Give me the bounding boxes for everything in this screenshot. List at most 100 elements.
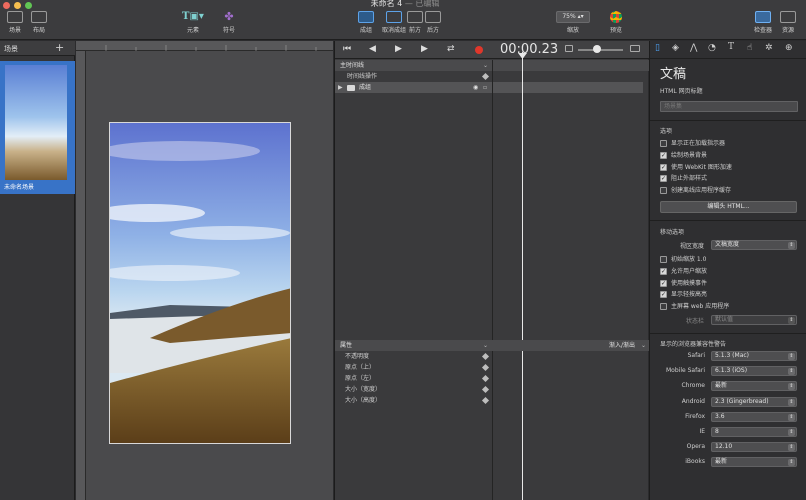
group-layer-row[interactable]: ▶ 成组 ◉ ▫ xyxy=(335,82,643,93)
scene-item[interactable]: 未命名场景 xyxy=(0,61,75,194)
bring-forward-button[interactable]: 前方 xyxy=(405,11,425,34)
option-checkbox[interactable]: ✓ xyxy=(660,279,667,287)
inspector-button[interactable]: 检查器 xyxy=(751,11,775,34)
option-checkbox[interactable]: ✓ xyxy=(660,175,667,183)
option-row[interactable]: 主屏幕 web 应用程序 xyxy=(650,301,806,312)
play-icon[interactable]: ▶ xyxy=(395,44,402,54)
option-checkbox[interactable]: ✓ xyxy=(660,163,667,171)
option-label: 使用触摸事件 xyxy=(671,279,708,287)
property-label: 不透明度 xyxy=(345,353,370,360)
browser-version-select[interactable]: 8 ⇕ xyxy=(711,427,797,437)
option-checkbox[interactable] xyxy=(660,187,667,195)
browser-version-select[interactable]: 12.10 ⇕ xyxy=(711,442,797,453)
record-button[interactable] xyxy=(475,46,483,54)
metrics-tab-icon[interactable]: ⋀ xyxy=(690,43,697,53)
option-row[interactable]: 显示正在加载指示器 xyxy=(650,138,806,149)
browser-version-value: 最新 xyxy=(715,458,728,466)
property-row[interactable]: 大小（高度） xyxy=(335,395,649,406)
disclosure-triangle-icon[interactable]: ▶ xyxy=(338,82,343,93)
option-label: 允许用户缩放 xyxy=(671,267,708,275)
chevron-down-icon[interactable]: ⌄ xyxy=(641,340,646,351)
zoom-out-icon[interactable] xyxy=(565,45,573,52)
layers-tab-icon[interactable]: ◈ xyxy=(672,43,679,53)
preview-button[interactable]: 预览 xyxy=(603,11,629,34)
property-row[interactable]: 原点（上） xyxy=(335,362,649,373)
chevron-down-icon[interactable]: ⌄ xyxy=(483,60,488,71)
browser-version-select[interactable]: 最新 ⇕ xyxy=(711,381,797,392)
statusbar-select[interactable]: 默认值 ⇕ xyxy=(711,315,797,325)
viewport-label: 视区宽度 xyxy=(680,243,705,250)
keyframe-diamond-icon[interactable] xyxy=(481,352,490,361)
window-title: 未命名 4 — 已编辑 xyxy=(330,0,480,9)
option-row[interactable]: ✓ 阻止外部样式 xyxy=(650,173,806,184)
puzzle-icon: ✤ xyxy=(224,10,234,23)
browser-version-select[interactable]: 最新 ⇕ xyxy=(711,457,797,468)
option-checkbox[interactable] xyxy=(660,256,667,263)
symbols-button[interactable]: ✤ 符号 xyxy=(217,10,241,35)
scene-image[interactable] xyxy=(109,122,291,444)
zoom-in-icon[interactable] xyxy=(630,45,640,52)
hand-tab-icon[interactable]: ☝ xyxy=(747,43,752,53)
property-row[interactable]: 不透明度 xyxy=(335,351,649,362)
chevron-down-icon[interactable]: ⌄ xyxy=(483,340,488,351)
toolbar: 未命名 4 — 已编辑 场景 布局 T▣▾ 元素 ✤ 符号 成组 取消成组 前方… xyxy=(0,0,806,40)
option-row[interactable]: 创建离线应用程序缓存 xyxy=(650,185,806,196)
resources-button[interactable]: 资源 xyxy=(777,11,799,34)
property-row[interactable]: 大小（宽度） xyxy=(335,384,649,395)
send-backward-button[interactable]: 后方 xyxy=(423,11,443,34)
zoom-control[interactable]: 75% ▴▾ 缩放 xyxy=(556,11,590,34)
zoom-select[interactable]: 75% ▴▾ xyxy=(556,11,590,23)
timeline-zoom-thumb[interactable] xyxy=(593,45,601,53)
browser-version-value: 2.3 (Gingerbread) xyxy=(715,397,769,405)
html-title-input[interactable] xyxy=(660,101,798,112)
option-row[interactable]: ✓ 绘制场景背景 xyxy=(650,150,806,161)
elements-button[interactable]: T▣▾ 元素 xyxy=(178,11,208,34)
zoom-window-button[interactable] xyxy=(25,2,32,9)
option-row[interactable]: ✓ 允许用户缩放 xyxy=(650,266,806,277)
minimize-window-button[interactable] xyxy=(14,2,21,9)
option-checkbox[interactable]: ✓ xyxy=(660,291,667,299)
go-to-start-icon[interactable]: ⏮ xyxy=(343,44,351,54)
option-checkbox[interactable]: ✓ xyxy=(660,267,667,275)
keyframe-diamond-icon[interactable] xyxy=(481,385,490,394)
browser-version-select[interactable]: 5.1.3 (Mac) ⇕ xyxy=(711,351,797,361)
mobile-section-label: 移动选项 xyxy=(660,229,685,236)
step-forward-icon[interactable]: ▶ xyxy=(421,44,428,54)
playhead[interactable] xyxy=(522,52,523,500)
viewport-select[interactable]: 文稿宽度 ⇕ xyxy=(711,240,797,250)
keyframe-diamond-icon[interactable] xyxy=(481,363,490,372)
option-label: 初始缩放 1.0 xyxy=(671,256,707,263)
option-row[interactable]: 初始缩放 1.0 xyxy=(650,254,806,265)
option-checkbox[interactable] xyxy=(660,303,667,311)
group-button[interactable]: 成组 xyxy=(356,11,376,34)
text-tab-icon[interactable]: T xyxy=(728,42,734,52)
inspector-title: 文稿 xyxy=(660,67,687,82)
option-row[interactable]: ✓ 使用 WebKit 图形加速 xyxy=(650,162,806,173)
browser-version-select[interactable]: 3.6 ⇕ xyxy=(711,411,797,422)
browser-version-select[interactable]: 6.1.3 (iOS) ⇕ xyxy=(711,366,797,377)
loop-icon[interactable]: ⇄ xyxy=(447,44,455,54)
close-window-button[interactable] xyxy=(3,2,10,9)
document-icon[interactable]: ▯ xyxy=(655,43,660,53)
shapes-tab-icon[interactable]: ◔ xyxy=(708,43,716,53)
add-scene-button[interactable]: + xyxy=(55,41,64,54)
gear-icon[interactable]: ✲ xyxy=(765,43,773,53)
browser-version-select[interactable]: 2.3 (Gingerbread) ⇕ xyxy=(711,396,797,407)
eye-icon[interactable]: ◉ xyxy=(473,82,478,93)
edit-head-html-button[interactable]: 编辑头 HTML... xyxy=(660,201,797,213)
option-checkbox[interactable] xyxy=(660,140,667,147)
keyframe-diamond-icon[interactable] xyxy=(481,396,490,405)
keyframe-diamond-icon[interactable] xyxy=(481,374,490,383)
option-row[interactable]: ✓ 使用触摸事件 xyxy=(650,278,806,289)
chrome-icon xyxy=(610,11,622,23)
option-label: 显示轻按高亮 xyxy=(671,291,708,299)
step-back-icon[interactable]: ◀ xyxy=(369,44,376,54)
layout-button[interactable]: 布局 xyxy=(28,11,50,34)
option-row[interactable]: ✓ 显示轻按高亮 xyxy=(650,289,806,300)
scene-list-button[interactable]: 场景 xyxy=(4,11,26,34)
lock-icon[interactable]: ▫ xyxy=(483,82,487,93)
property-row[interactable]: 原点（左） xyxy=(335,373,649,384)
keyframe-diamond-icon[interactable] xyxy=(481,72,490,81)
option-checkbox[interactable]: ✓ xyxy=(660,151,667,159)
identity-tab-icon[interactable]: ⊕ xyxy=(785,43,793,53)
